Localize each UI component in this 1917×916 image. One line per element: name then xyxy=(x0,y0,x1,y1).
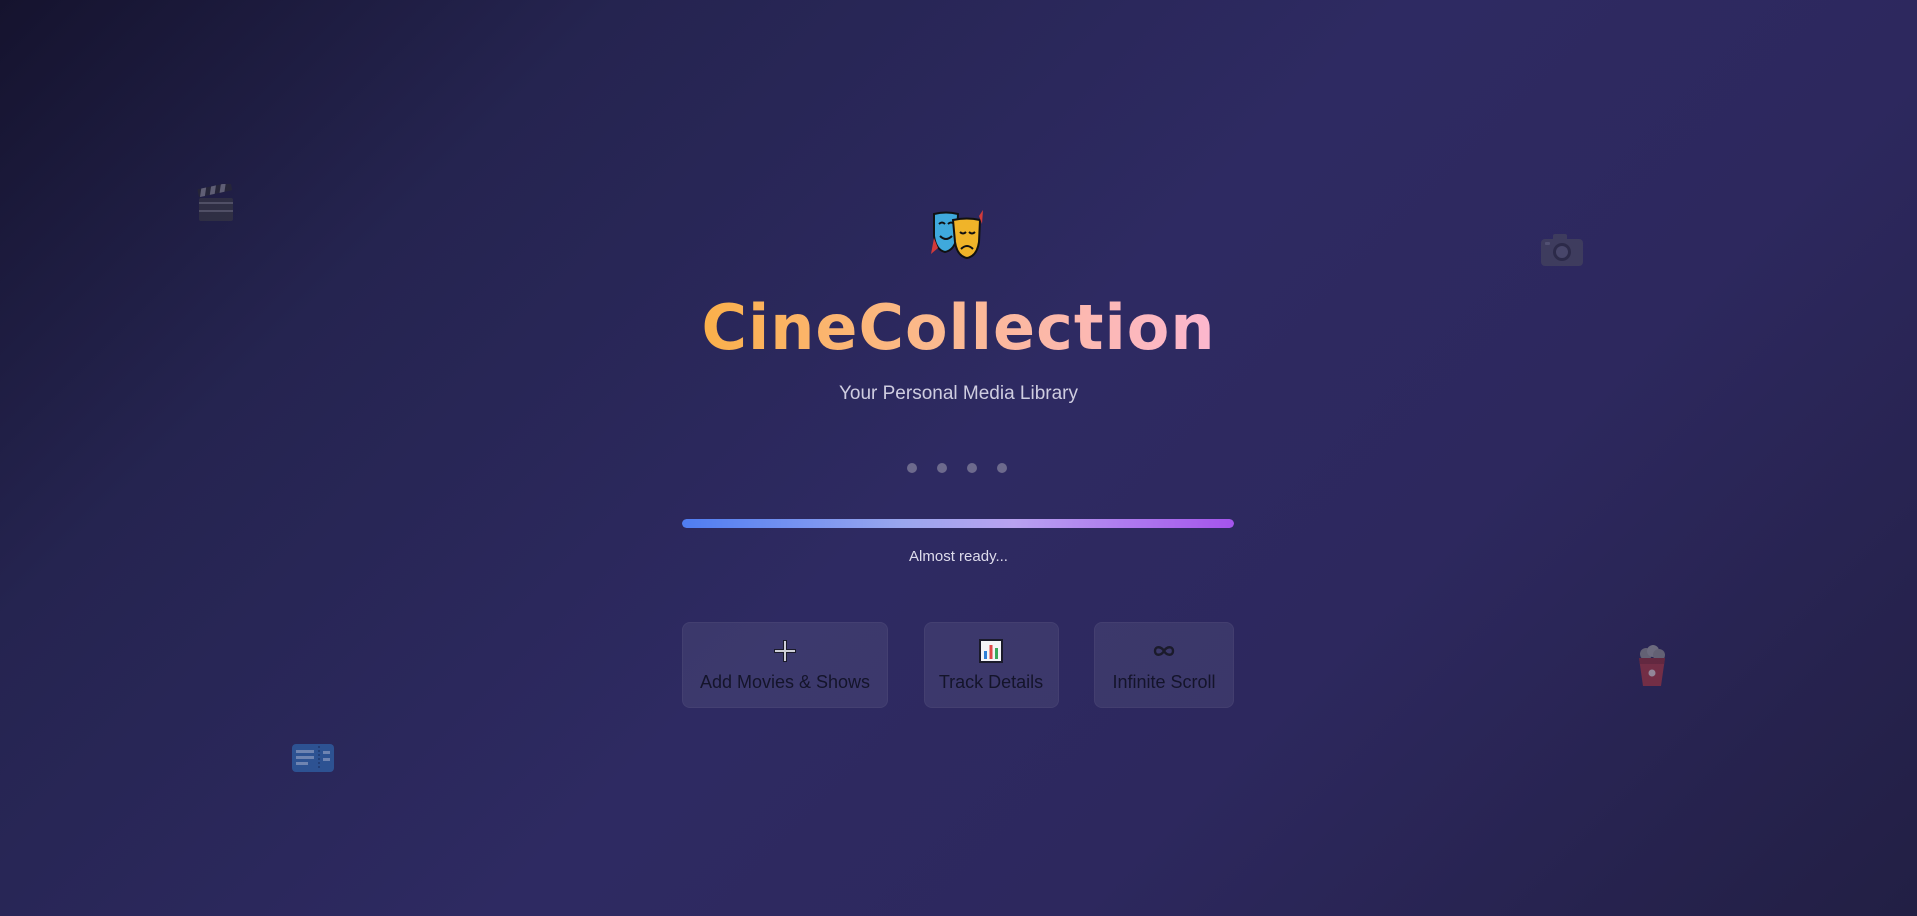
loading-status-text: Almost ready... xyxy=(909,548,1008,565)
loading-dot xyxy=(967,463,977,473)
feature-label: Infinite Scroll xyxy=(1112,671,1216,692)
clapperboard-icon xyxy=(196,184,236,224)
feature-add-movies: Add Movies & Shows xyxy=(682,622,888,708)
plus-icon xyxy=(772,638,798,664)
loading-dot xyxy=(937,463,947,473)
feature-label: Track Details xyxy=(938,671,1044,692)
app-title: CineCollection xyxy=(701,291,1216,364)
feature-infinite-scroll: Infinite Scroll xyxy=(1094,622,1234,708)
loading-dot xyxy=(997,463,1007,473)
infinity-icon xyxy=(1151,638,1177,664)
popcorn-icon xyxy=(1636,644,1668,688)
bar-chart-icon xyxy=(978,638,1004,664)
loading-dot xyxy=(907,463,917,473)
theater-masks-icon xyxy=(930,208,984,262)
feature-track-details: Track Details xyxy=(923,622,1059,708)
camera-icon xyxy=(1539,232,1585,268)
feature-list: Add Movies & Shows Track Details Infinit… xyxy=(682,622,1234,708)
feature-label: Add Movies & Shows xyxy=(699,671,871,692)
ticket-icon xyxy=(291,742,335,774)
app-subtitle: Your Personal Media Library xyxy=(838,383,1079,404)
loading-dots xyxy=(907,463,1007,475)
loading-progress-bar xyxy=(682,519,1234,528)
loading-progress-fill xyxy=(682,519,1234,528)
